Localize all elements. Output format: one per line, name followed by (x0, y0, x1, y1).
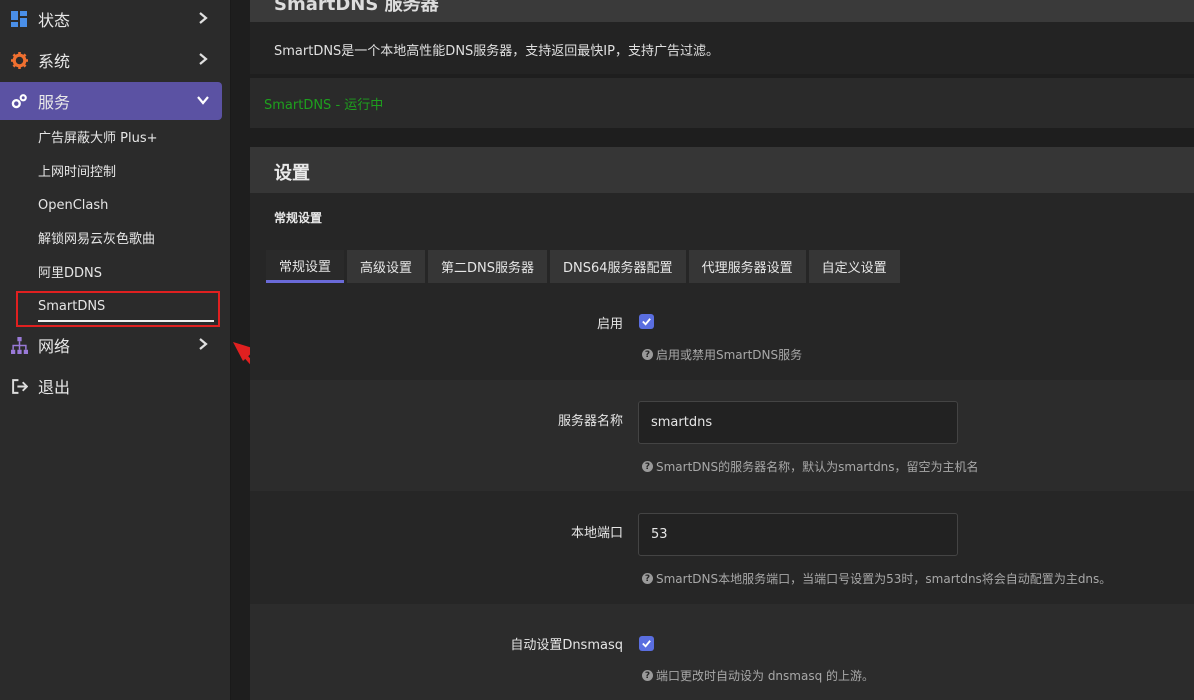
check-icon (642, 318, 651, 326)
enable-label: 启用 (596, 317, 623, 332)
cogs-icon (10, 92, 28, 110)
logout-icon (10, 377, 28, 395)
auto-dnsmasq-label: 自动设置Dnsmasq (510, 638, 623, 653)
subnav-adblock[interactable]: 广告屏蔽大师 Plus+ (38, 129, 158, 149)
tab-advanced[interactable]: 高级设置 (347, 250, 426, 283)
running-status: SmartDNS - 运行中 (264, 98, 384, 113)
page-header: SmartDNS 服务器 (250, 0, 1194, 22)
nav-network-label: 网络 (38, 337, 71, 356)
highlight-box (16, 291, 220, 327)
settings-header: 设置 (250, 147, 1194, 193)
auto-dnsmasq-help-text: 端口更改时自动设为 dnsmasq 的上游。 (656, 669, 875, 683)
server-name-help: ? SmartDNS的服务器名称，默认为smartdns，留空为主机名 (642, 458, 979, 475)
server-name-row: 服务器名称 smartdns ? SmartDNS的服务器名称，默认为smartd… (250, 380, 1194, 491)
auto-dnsmasq-checkbox[interactable] (639, 636, 654, 651)
page-description: SmartDNS是一个本地高性能DNS服务器，支持返回最快IP，支持广告过滤。 (274, 44, 719, 59)
status-box: SmartDNS - 运行中 (250, 78, 1194, 128)
nav-services[interactable]: 服务 (0, 82, 222, 120)
dashboard-icon (10, 10, 28, 28)
settings-panel: 设置 常规设置 常规设置 高级设置 第二DNS服务器 DNS64服务器配置 代理… (250, 147, 1194, 700)
settings-tabs: 常规设置 高级设置 第二DNS服务器 DNS64服务器配置 代理服务器设置 自定… (266, 250, 903, 283)
subnav-time-control[interactable]: 上网时间控制 (38, 163, 116, 183)
nav-logout[interactable]: 退出 (0, 367, 222, 405)
tab-second-dns[interactable]: 第二DNS服务器 (428, 250, 548, 283)
page-title: SmartDNS 服务器 (274, 0, 439, 15)
check-icon (642, 640, 651, 648)
chevron-down-icon (197, 96, 209, 105)
nav-logout-label: 退出 (38, 378, 71, 397)
subsection-title: 常规设置 (274, 211, 323, 225)
chevron-right-icon (199, 53, 208, 65)
local-port-input[interactable]: 53 (638, 513, 958, 556)
help-icon: ? (642, 349, 653, 360)
help-icon: ? (642, 573, 653, 584)
settings-title: 设置 (274, 163, 310, 184)
auto-dnsmasq-row: 自动设置Dnsmasq ? 端口更改时自动设为 dnsmasq 的上游。 (250, 604, 1194, 700)
network-icon (10, 336, 28, 354)
nav-services-label: 服务 (38, 93, 71, 112)
enable-help: ? 启用或禁用SmartDNS服务 (642, 346, 802, 363)
help-icon: ? (642, 670, 653, 681)
tab-custom[interactable]: 自定义设置 (808, 250, 900, 283)
nav-status[interactable]: 状态 (0, 0, 222, 38)
description-area: SmartDNS是一个本地高性能DNS服务器，支持返回最快IP，支持广告过滤。 (250, 22, 1194, 74)
enable-row: 启用 ? 启用或禁用SmartDNS服务 (250, 293, 1194, 380)
sidebar: 状态 系统 服务 广告屏蔽大师 Plus+ 上网时间控制 OpenClash 解… (0, 0, 231, 700)
help-icon: ? (642, 461, 653, 472)
nav-network[interactable]: 网络 (0, 326, 222, 364)
subnav-netease-unlock[interactable]: 解锁网易云灰色歌曲 (38, 230, 155, 250)
main-content: SmartDNS 服务器 SmartDNS是一个本地高性能DNS服务器，支持返回… (250, 0, 1194, 700)
subnav-aliddns[interactable]: 阿里DDNS (38, 264, 102, 284)
chevron-right-icon (199, 338, 208, 350)
server-name-input[interactable]: smartdns (638, 401, 958, 444)
nav-system-label: 系统 (38, 52, 71, 71)
server-name-label: 服务器名称 (557, 414, 623, 429)
enable-checkbox[interactable] (639, 314, 654, 329)
tab-general[interactable]: 常规设置 (266, 250, 345, 283)
local-port-help: ? SmartDNS本地服务端口，当端口号设置为53时，smartdns将会自动配… (642, 570, 1111, 587)
auto-dnsmasq-help: ? 端口更改时自动设为 dnsmasq 的上游。 (642, 667, 874, 684)
tab-dns64[interactable]: DNS64服务器配置 (550, 250, 686, 283)
chevron-right-icon (199, 12, 208, 24)
local-port-row: 本地端口 53 ? SmartDNS本地服务端口，当端口号设置为53时，smart… (250, 491, 1194, 604)
nav-status-label: 状态 (38, 11, 71, 30)
gear-icon (10, 51, 28, 69)
enable-help-text: 启用或禁用SmartDNS服务 (656, 348, 803, 362)
subnav-openclash[interactable]: OpenClash (38, 196, 108, 216)
tab-proxy[interactable]: 代理服务器设置 (688, 250, 806, 283)
nav-system[interactable]: 系统 (0, 41, 222, 79)
server-name-help-text: SmartDNS的服务器名称，默认为smartdns，留空为主机名 (656, 460, 979, 474)
local-port-label: 本地端口 (570, 526, 623, 541)
local-port-help-text: SmartDNS本地服务端口，当端口号设置为53时，smartdns将会自动配置… (656, 572, 1112, 586)
